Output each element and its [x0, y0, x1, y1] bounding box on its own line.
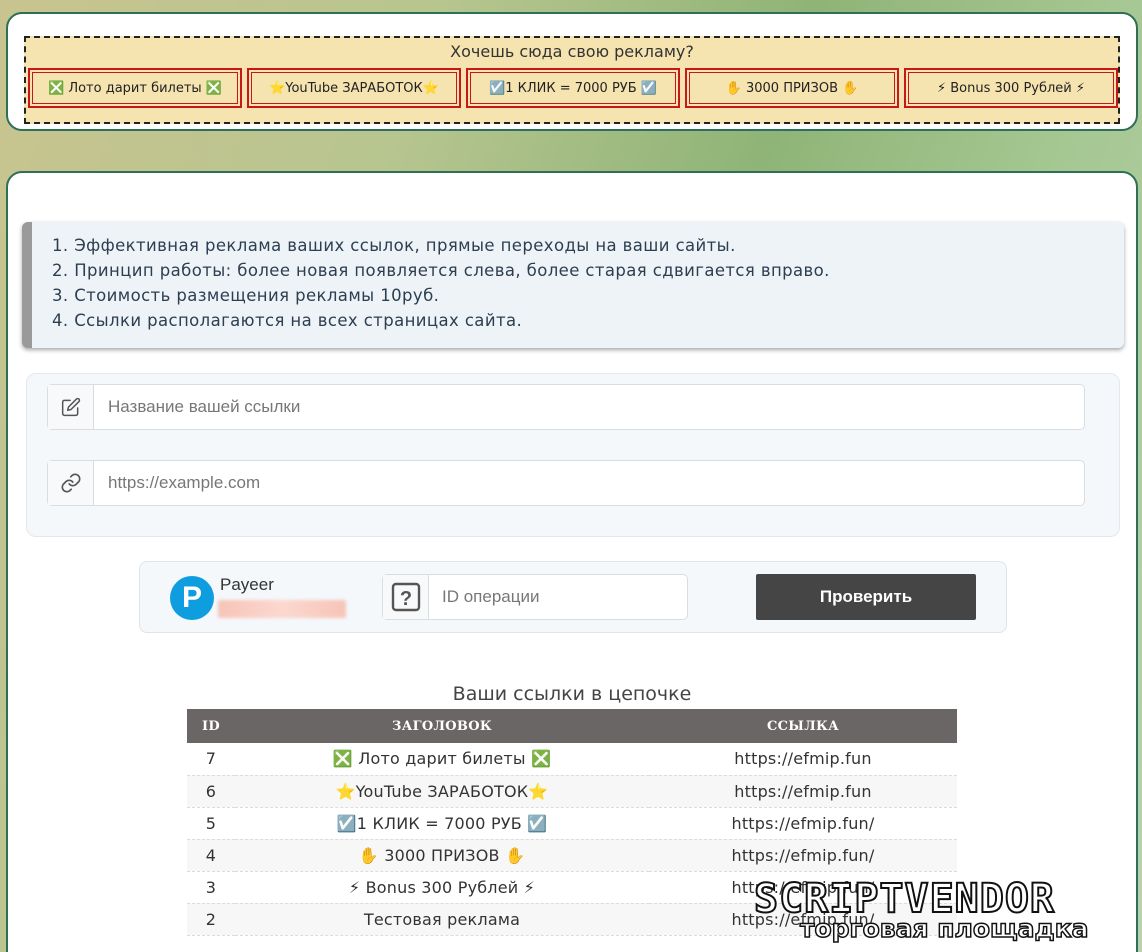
payment-provider: Payeer	[220, 575, 274, 594]
link-icon	[48, 461, 94, 505]
row-title: ⭐YouTube ЗАРАБОТОК⭐	[235, 775, 649, 808]
table-row: 4 ✋ 3000 ПРИЗОВ ✋ https://efmip.fun/	[187, 839, 957, 872]
info-item: 1. Эффективная реклама ваших ссылок, пря…	[52, 236, 736, 255]
link-title-group	[47, 384, 1085, 430]
payeer-logo: P	[170, 576, 214, 620]
links-table: ID ЗАГОЛОВОК ССЫЛКА 7 ❎ Лото дарит билет…	[187, 709, 957, 936]
ad-slot-1[interactable]: ❎ Лото дарит билеты ❎	[28, 68, 242, 108]
row-title: ❎ Лото дарит билеты ❎	[235, 743, 649, 776]
row-id: 2	[187, 903, 235, 936]
operation-id-input[interactable]	[429, 575, 687, 619]
check-payment-button[interactable]: Проверить	[756, 574, 976, 620]
links-table-title: Ваши ссылки в цепочке	[452, 683, 692, 705]
row-id: 4	[187, 839, 235, 872]
link-url-group	[47, 460, 1085, 506]
table-row: 7 ❎ Лото дарит билеты ❎ https://efmip.fu…	[187, 743, 957, 776]
row-id: 7	[187, 743, 235, 776]
row-id: 6	[187, 775, 235, 808]
info-list: 1. Эффективная реклама ваших ссылок, пря…	[52, 233, 1124, 333]
row-id: 3	[187, 871, 235, 904]
row-link[interactable]: https://efmip.fun	[649, 775, 957, 808]
row-id: 5	[187, 807, 235, 840]
table-row: 6 ⭐YouTube ЗАРАБОТОК⭐ https://efmip.fun	[187, 775, 957, 808]
main-card: 1. Эффективная реклама ваших ссылок, пря…	[6, 171, 1138, 952]
row-link[interactable]: https://efmip.fun/	[649, 839, 957, 872]
info-box: 1. Эффективная реклама ваших ссылок, пря…	[22, 222, 1124, 348]
ad-slot-5[interactable]: ⚡ Bonus 300 Рублей ⚡	[904, 68, 1118, 108]
ad-slot-2[interactable]: ⭐YouTube ЗАРАБОТОК⭐	[247, 68, 461, 108]
link-form	[26, 373, 1120, 537]
row-title: Тестовая реклама	[235, 903, 649, 936]
row-link[interactable]: https://efmip.fun/	[649, 807, 957, 840]
info-item: 3. Стоимость размещения рекламы 10руб.	[52, 286, 440, 305]
row-title: ⚡ Bonus 300 Рублей ⚡	[235, 871, 649, 904]
table-row: 3 ⚡ Bonus 300 Рублей ⚡ https://efmip.fun…	[187, 871, 957, 904]
row-link[interactable]: https://efmip.fun/	[649, 903, 957, 936]
info-item: 2. Принцип работы: более новая появляетс…	[52, 261, 830, 280]
ad-panel-card: Хочешь сюда свою рекламу? ❎ Лото дарит б…	[6, 12, 1138, 131]
ad-slot-3[interactable]: ☑️1 КЛИК = 7000 РУБ ☑️	[466, 68, 680, 108]
table-row: 5 ☑️1 КЛИК = 7000 РУБ ☑️ https://efmip.f…	[187, 807, 957, 840]
ad-slot-4[interactable]: ✋ 3000 ПРИЗОВ ✋	[685, 68, 899, 108]
row-title: ☑️1 КЛИК = 7000 РУБ ☑️	[235, 807, 649, 840]
link-url-input[interactable]	[94, 461, 1084, 505]
table-header-row: ID ЗАГОЛОВОК ССЫЛКА	[187, 709, 957, 743]
svg-text:?: ?	[399, 588, 411, 610]
question-icon: ?	[383, 575, 429, 619]
payment-box: P Payeer ? Проверить	[139, 561, 1007, 633]
column-header-id: ID	[187, 709, 235, 743]
column-header-link: ССЫЛКА	[649, 709, 957, 743]
column-header-title: ЗАГОЛОВОК	[235, 709, 649, 743]
table-row: 2 Тестовая реклама https://efmip.fun/	[187, 903, 957, 936]
payment-account-redacted	[218, 600, 346, 618]
row-link[interactable]: https://efmip.fun/	[649, 871, 957, 904]
row-title: ✋ 3000 ПРИЗОВ ✋	[235, 839, 649, 872]
edit-icon	[48, 385, 94, 429]
link-title-input[interactable]	[94, 385, 1084, 429]
operation-id-group: ?	[382, 574, 688, 620]
ad-panel-title: Хочешь сюда свою рекламу?	[450, 42, 694, 61]
row-link[interactable]: https://efmip.fun	[649, 743, 957, 776]
info-item: 4. Ссылки располагаются на всех страница…	[52, 311, 523, 330]
ad-frame: Хочешь сюда свою рекламу? ❎ Лото дарит б…	[24, 36, 1120, 124]
